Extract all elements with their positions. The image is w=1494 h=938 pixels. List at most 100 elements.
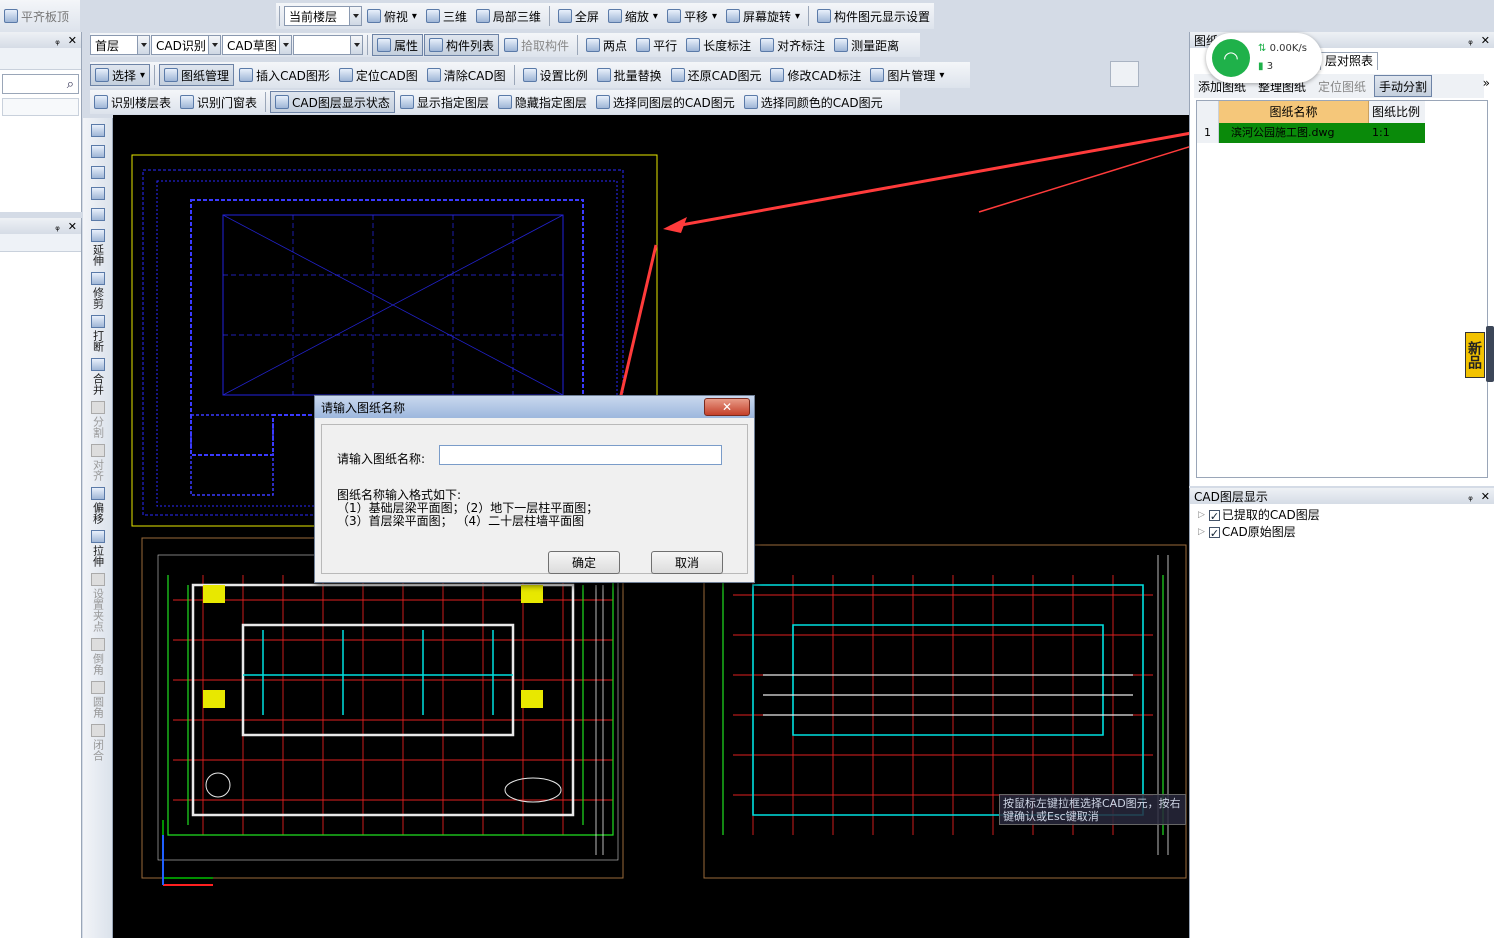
locate-drawing-button[interactable]: 定位图纸 xyxy=(1314,75,1370,97)
layer-tree-item[interactable]: ▷ 已提取的CAD图层 xyxy=(1198,507,1320,525)
modify-cad-dim-button[interactable]: 修改CAD标注 xyxy=(766,64,865,86)
align-label: 对齐 xyxy=(91,459,105,481)
properties-button[interactable]: 属性 xyxy=(372,34,424,56)
mirror-tool[interactable] xyxy=(83,166,113,181)
fillet-tool[interactable]: 圆角 xyxy=(83,681,113,718)
length-dim-button[interactable]: 长度标注 xyxy=(682,34,755,56)
close-icon[interactable]: ✕ xyxy=(1481,34,1490,47)
side-scroll-tab[interactable] xyxy=(1486,326,1494,382)
pin-icon[interactable]: ᵩ xyxy=(1468,34,1473,47)
fillet-label: 圆角 xyxy=(91,696,105,718)
component-list-button[interactable]: 构件列表 xyxy=(424,34,500,56)
layer-tree-item[interactable]: ▷ CAD原始图层 xyxy=(1198,524,1320,542)
split-tool[interactable]: 分割 xyxy=(83,401,113,438)
select-same-color-button[interactable]: 选择同颜色的CAD图元 xyxy=(740,91,887,113)
chamfer-tool[interactable]: 倒角 xyxy=(83,638,113,675)
pick-component-button[interactable]: 拾取构件 xyxy=(500,34,573,56)
rotate-screen-button[interactable]: 屏幕旋转 xyxy=(722,5,804,27)
merge-tool[interactable]: 合并 xyxy=(83,358,113,395)
stretch-tool[interactable]: 拉伸 xyxy=(83,530,113,567)
expand-icon[interactable]: ▷ xyxy=(1198,507,1205,524)
brush-icon xyxy=(90,124,105,137)
rotate-tool[interactable] xyxy=(83,208,113,223)
toolbar-blank-button[interactable] xyxy=(1110,61,1139,87)
dialog-titlebar[interactable]: 请输入图纸名称 ✕ xyxy=(315,396,754,418)
left-top-tab[interactable]: 平齐板顶 xyxy=(0,0,80,32)
batch-replace-button[interactable]: 批量替换 xyxy=(593,64,666,86)
select-same-layer-label: 选择同图层的CAD图元 xyxy=(612,95,735,110)
component-combo[interactable] xyxy=(293,35,363,55)
two-points-button[interactable]: 两点 xyxy=(582,34,631,56)
drawing-name-dialog: 请输入图纸名称 ✕ 请输入图纸名称: 图纸名称输入格式如下: （1）基础层梁平面… xyxy=(314,395,755,583)
hide-layer-button[interactable]: 隐藏指定图层 xyxy=(494,91,591,113)
display-settings-button[interactable]: 构件图元显示设置 xyxy=(813,5,934,27)
3d-view-button[interactable]: 三维 xyxy=(422,5,471,27)
left-list-row[interactable] xyxy=(2,98,79,116)
parallel-button[interactable]: 平行 xyxy=(632,34,681,56)
layer-checkbox[interactable] xyxy=(1208,508,1220,525)
new-product-badge[interactable]: 新品 xyxy=(1465,332,1485,378)
dialog-close-button[interactable]: ✕ xyxy=(704,398,750,416)
cad-draft-combo[interactable]: CAD草图 xyxy=(222,35,292,55)
extend-tool[interactable]: 延伸 xyxy=(83,229,113,266)
show-layer-button[interactable]: 显示指定图层 xyxy=(396,91,493,113)
trim-tool[interactable]: 修剪 xyxy=(83,272,113,309)
panel-overflow-icon[interactable]: » xyxy=(1483,76,1490,90)
move-tool[interactable] xyxy=(83,187,113,202)
drawing-name-input[interactable] xyxy=(439,445,722,465)
measure-distance-button[interactable]: 测量距离 xyxy=(830,34,903,56)
cancel-button[interactable]: 取消 xyxy=(651,551,723,574)
drawing-sheet-2[interactable] xyxy=(141,537,624,886)
align-tool[interactable]: 对齐 xyxy=(83,444,113,481)
close-icon[interactable]: ✕ xyxy=(68,220,77,233)
table-row[interactable]: 1 滨河公园施工图.dwg 1:1 xyxy=(1197,123,1487,143)
break-tool[interactable]: 打断 xyxy=(83,315,113,352)
batch-replace-label: 批量替换 xyxy=(613,68,662,83)
recognize-door-window-button[interactable]: 识别门窗表 xyxy=(176,91,261,113)
locate-cad-button[interactable]: 定位CAD图 xyxy=(335,64,422,86)
set-scale-button[interactable]: 设置比例 xyxy=(519,64,592,86)
cad-layer-display-button[interactable]: CAD图层显示状态 xyxy=(270,91,395,113)
status-tip: 按鼠标左键拉框选择CAD图元，按右键确认或Esc键取消 xyxy=(999,794,1186,825)
network-widget[interactable]: ◠ ⇅ 0.00K/s ▮ 3 xyxy=(1206,33,1322,83)
recognize-floor-table-button[interactable]: 识别楼层表 xyxy=(90,91,175,113)
component-list-label: 构件列表 xyxy=(446,38,495,53)
layer-mapping-tab[interactable]: 层对照表 xyxy=(1320,52,1379,70)
manual-split-button[interactable]: 手动分割 xyxy=(1374,75,1433,97)
cad-recognize-combo[interactable]: CAD识别 xyxy=(151,35,221,55)
align-dim-button[interactable]: 对齐标注 xyxy=(756,34,829,56)
close-icon[interactable]: ✕ xyxy=(68,34,77,47)
floor-combo[interactable]: 首层 xyxy=(90,35,150,55)
drawing-mgmt-button[interactable]: 图纸管理 xyxy=(159,64,235,86)
brush-tool[interactable] xyxy=(83,124,113,139)
zoom-button[interactable]: 缩放 xyxy=(604,5,662,27)
close-icon[interactable]: ✕ xyxy=(1481,490,1490,503)
clear-cad-button[interactable]: 清除CAD图 xyxy=(423,64,510,86)
drawing-sheet-3[interactable] xyxy=(703,544,1187,879)
drawing-mgmt-panel: 图纸 ᵩ ✕ 层对照表 添加图纸 整理图纸 定位图纸 手动分割 » 图纸名称 图纸… xyxy=(1189,32,1494,486)
select-button[interactable]: 选择 xyxy=(90,64,151,86)
pin-icon[interactable]: ᵩ xyxy=(1468,490,1473,503)
layer-checkbox[interactable] xyxy=(1208,525,1220,542)
copy-tool[interactable] xyxy=(83,145,113,160)
search-icon: ⌕ xyxy=(66,76,74,92)
fullscreen-button[interactable]: 全屏 xyxy=(554,5,603,27)
pin-icon[interactable]: ᵩ xyxy=(55,220,60,233)
offset-tool[interactable]: 偏移 xyxy=(83,487,113,524)
restore-cad-button[interactable]: 还原CAD图元 xyxy=(667,64,766,86)
expand-icon[interactable]: ▷ xyxy=(1198,524,1205,541)
floor-scope-combo[interactable]: 当前楼层 xyxy=(283,6,362,26)
insert-cad-button[interactable]: 插入CAD图形 xyxy=(235,64,334,86)
image-mgmt-button[interactable]: 图片管理 xyxy=(866,64,948,86)
pan-button[interactable]: 平移 xyxy=(663,5,721,27)
search-input[interactable]: ⌕ xyxy=(2,74,79,94)
local-3d-button[interactable]: 局部三维 xyxy=(472,5,545,27)
select-same-layer-button[interactable]: 选择同图层的CAD图元 xyxy=(592,91,739,113)
restore-cad-label: 还原CAD图元 xyxy=(687,68,762,83)
top-view-button[interactable]: 俯视 xyxy=(363,5,421,27)
grip-tool[interactable]: 设置夹点 xyxy=(83,573,113,632)
close-tool[interactable]: 闭合 xyxy=(83,724,113,761)
layer-display-icon xyxy=(275,95,290,109)
ok-button[interactable]: 确定 xyxy=(548,551,620,574)
pin-icon[interactable]: ᵩ xyxy=(55,34,60,47)
